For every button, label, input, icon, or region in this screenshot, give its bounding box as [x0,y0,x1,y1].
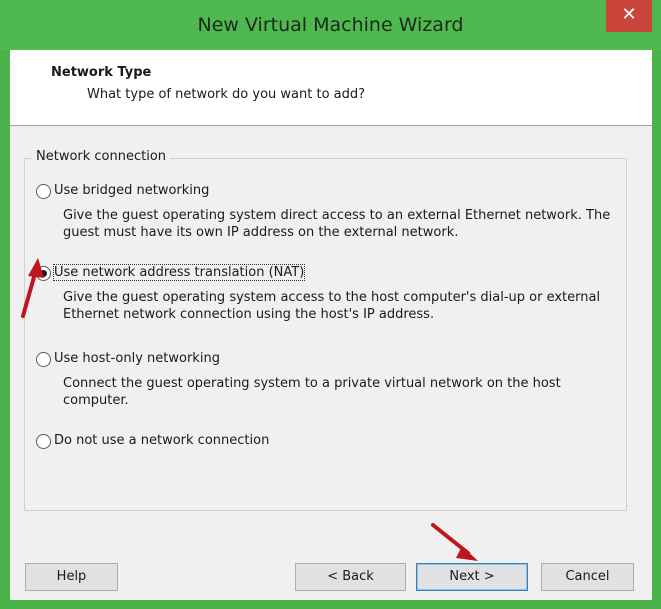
arrow-to-nat-icon [21,258,44,318]
arrow-to-next-icon [431,523,478,561]
wizard-window: New Virtual Machine Wizard ✕ Network Typ… [0,0,661,609]
annotation-arrows [21,258,478,561]
